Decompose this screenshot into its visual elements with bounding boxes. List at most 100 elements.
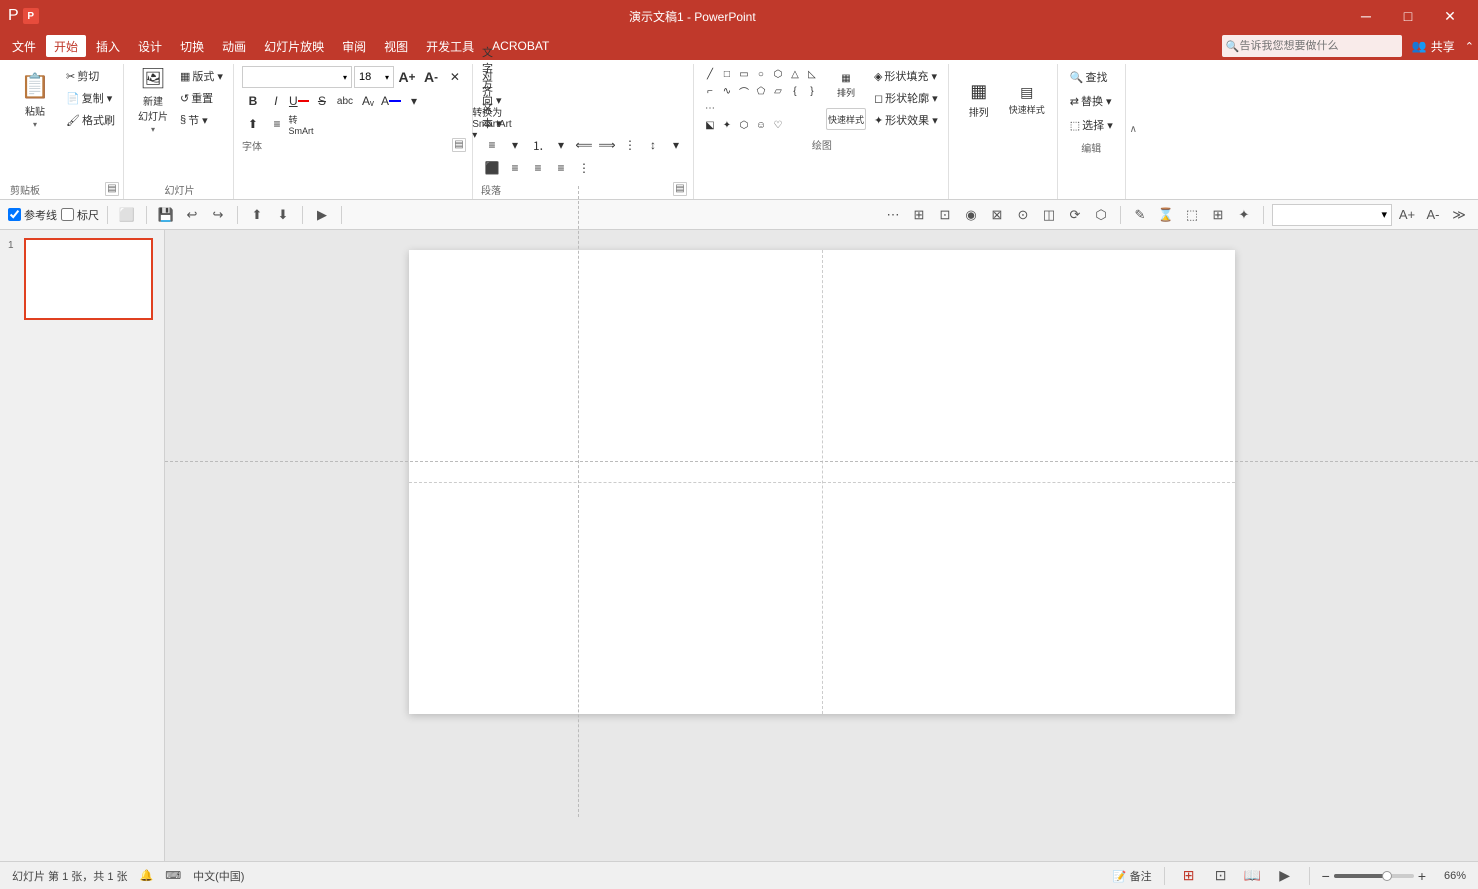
normal-view-button[interactable]: ⊞ (1177, 866, 1201, 886)
new-slide-dropdown[interactable]: ▾ (151, 125, 155, 134)
reset-button[interactable]: ↺ 重置 (176, 88, 227, 108)
paste-dropdown[interactable]: ▾ (33, 120, 37, 129)
style-dropdown[interactable]: ▾ (1381, 208, 1387, 221)
qa-right-1[interactable]: ⊞ (908, 204, 930, 226)
qa-font-dec[interactable]: A- (1422, 204, 1444, 226)
cut-button[interactable]: ✂ 剪切 (62, 66, 119, 86)
select-button[interactable]: ⬚ 选择 ▾ (1066, 114, 1117, 136)
bold-button[interactable]: B (242, 91, 264, 111)
col-layout-button[interactable]: ⋮ (573, 158, 595, 178)
clipboard-expand[interactable]: ▤ (105, 182, 119, 196)
bullet-dropdown[interactable]: ▾ (504, 135, 526, 155)
text-direction-button[interactable]: ⬆ (242, 114, 264, 134)
shape-curve-btn[interactable]: ∿ (719, 83, 735, 99)
col-button[interactable]: ⋮ (619, 135, 641, 155)
menu-slideshow[interactable]: 幻灯片放映 (256, 35, 332, 57)
copy-button[interactable]: 📄 复制 ▾ (62, 88, 119, 108)
ribbon-collapse-button[interactable]: ∧ (1125, 64, 1141, 199)
shape-outline-button[interactable]: ◻ 形状轮廓 ▾ (870, 88, 942, 108)
play-button[interactable]: ▶ (311, 204, 333, 226)
italic-button[interactable]: I (265, 91, 287, 111)
align-center-button[interactable]: ≡ (504, 158, 526, 178)
slide-sorter-button[interactable]: ⊡ (1209, 866, 1233, 886)
decrease-indent-button[interactable]: ⟸ (573, 135, 595, 155)
arrange-big-button[interactable]: ▦ 排列 (957, 66, 1001, 134)
align-right-button[interactable]: ≡ (527, 158, 549, 178)
shape-hexagon-btn[interactable]: ⬡ (736, 117, 752, 133)
qa-right-10[interactable]: ⌛ (1155, 204, 1177, 226)
menu-file[interactable]: 文件 (4, 35, 44, 57)
qa-right-9[interactable]: ✎ (1129, 204, 1151, 226)
align-left-button[interactable]: ⬛ (481, 158, 503, 178)
ribbon-collapse-icon[interactable]: ⌃ (1465, 40, 1474, 53)
new-slide-button[interactable]: 🖼 新建幻灯片 ▾ (132, 66, 174, 134)
shape-rect2-btn[interactable]: ▭ (736, 66, 752, 82)
ref-line-checkbox[interactable]: 参考线 (8, 207, 57, 223)
bullet-list-button[interactable]: ≡ (481, 135, 503, 155)
slide-preview-1[interactable] (24, 238, 153, 320)
ref-line-check[interactable] (8, 208, 21, 221)
convert-smartart-btn[interactable]: 转换为SmartArt ▾ (481, 112, 503, 132)
shape-rect-btn[interactable]: □ (719, 66, 735, 82)
zoom-slider-thumb[interactable] (1382, 871, 1392, 881)
shape-star-btn[interactable]: ✦ (719, 117, 735, 133)
zoom-slider-track[interactable] (1334, 874, 1414, 878)
shape-triangle-btn[interactable]: △ (787, 66, 803, 82)
notes-button[interactable]: 📝 备注 (1113, 868, 1152, 884)
shape-heart-btn[interactable]: ♡ (770, 117, 786, 133)
menu-developer[interactable]: 开发工具 (418, 35, 482, 57)
slide-show-button[interactable]: ▶ (1273, 866, 1297, 886)
font-expand[interactable]: ▤ (452, 138, 466, 152)
qa-right-4[interactable]: ⊠ (986, 204, 1008, 226)
shadow-button[interactable]: abc (334, 91, 356, 111)
qa-font-inc[interactable]: A+ (1396, 204, 1418, 226)
qa-right-3[interactable]: ◉ (960, 204, 982, 226)
paragraph-expand[interactable]: ▤ (673, 182, 687, 196)
paste-button[interactable]: 📋 粘贴 ▾ (10, 66, 60, 134)
shape-pentagon-btn[interactable]: ⬠ (753, 83, 769, 99)
shape-smiley-btn[interactable]: ☺ (753, 117, 769, 133)
zoom-level[interactable]: 66% (1434, 870, 1466, 882)
shape-bracket-btn[interactable]: { (787, 83, 803, 99)
menu-animations[interactable]: 动画 (214, 35, 254, 57)
font-size-input[interactable]: 18 ▾ (354, 66, 394, 88)
align-text-button[interactable]: ≡ (266, 114, 288, 134)
format-painter-button[interactable]: 🖌 格式刷 (62, 110, 119, 130)
menu-design[interactable]: 设计 (130, 35, 170, 57)
zoom-plus-btn[interactable]: + (1418, 868, 1426, 884)
menu-home[interactable]: 开始 (46, 35, 86, 57)
maximize-button[interactable]: □ (1388, 2, 1428, 30)
clear-format-button[interactable]: ✕ (444, 67, 466, 87)
canvas-area[interactable] (165, 230, 1478, 861)
slide-canvas[interactable] (409, 250, 1235, 714)
shape-lightning-btn[interactable]: ⌐ (702, 83, 718, 99)
increase-indent-button[interactable]: ⟹ (596, 135, 618, 155)
arrange-button[interactable]: ▦ 排列 (828, 66, 864, 106)
quick-styles-btn[interactable]: 快速样式 (826, 108, 866, 130)
shape-freeform-btn[interactable]: ⌒ (736, 83, 752, 99)
ruler-checkbox[interactable]: 标尺 (61, 207, 99, 223)
find-button[interactable]: 🔍 查找 (1066, 66, 1117, 88)
qa-right-2[interactable]: ⊡ (934, 204, 956, 226)
zoom-control[interactable]: − + (1322, 868, 1426, 884)
qa-right-5[interactable]: ⊙ (1012, 204, 1034, 226)
move-up-button[interactable]: ⬆ (246, 204, 268, 226)
menu-insert[interactable]: 插入 (88, 35, 128, 57)
qa-right-13[interactable]: ✦ (1233, 204, 1255, 226)
section-button[interactable]: § 节 ▾ (176, 110, 227, 130)
ruler-check[interactable] (61, 208, 74, 221)
linespace-button[interactable]: ↕ (642, 135, 664, 155)
font-name-input[interactable]: ▾ (242, 66, 352, 88)
convert-smartart-button[interactable]: 转SmArt (290, 114, 312, 134)
font-name-dropdown[interactable]: ▾ (343, 73, 347, 82)
move-down-button[interactable]: ⬇ (272, 204, 294, 226)
font-decrease-button[interactable]: A- (420, 67, 442, 87)
reading-view-button[interactable]: 📖 (1241, 866, 1265, 886)
qa-right-7[interactable]: ⟳ (1064, 204, 1086, 226)
linespace-dropdown[interactable]: ▾ (665, 135, 687, 155)
close-button[interactable]: ✕ (1430, 2, 1470, 30)
menu-transitions[interactable]: 切换 (172, 35, 212, 57)
num-list-button[interactable]: ⒈ (527, 135, 549, 155)
minimize-button[interactable]: ─ (1346, 2, 1386, 30)
save-qa-button[interactable]: 💾 (155, 204, 177, 226)
